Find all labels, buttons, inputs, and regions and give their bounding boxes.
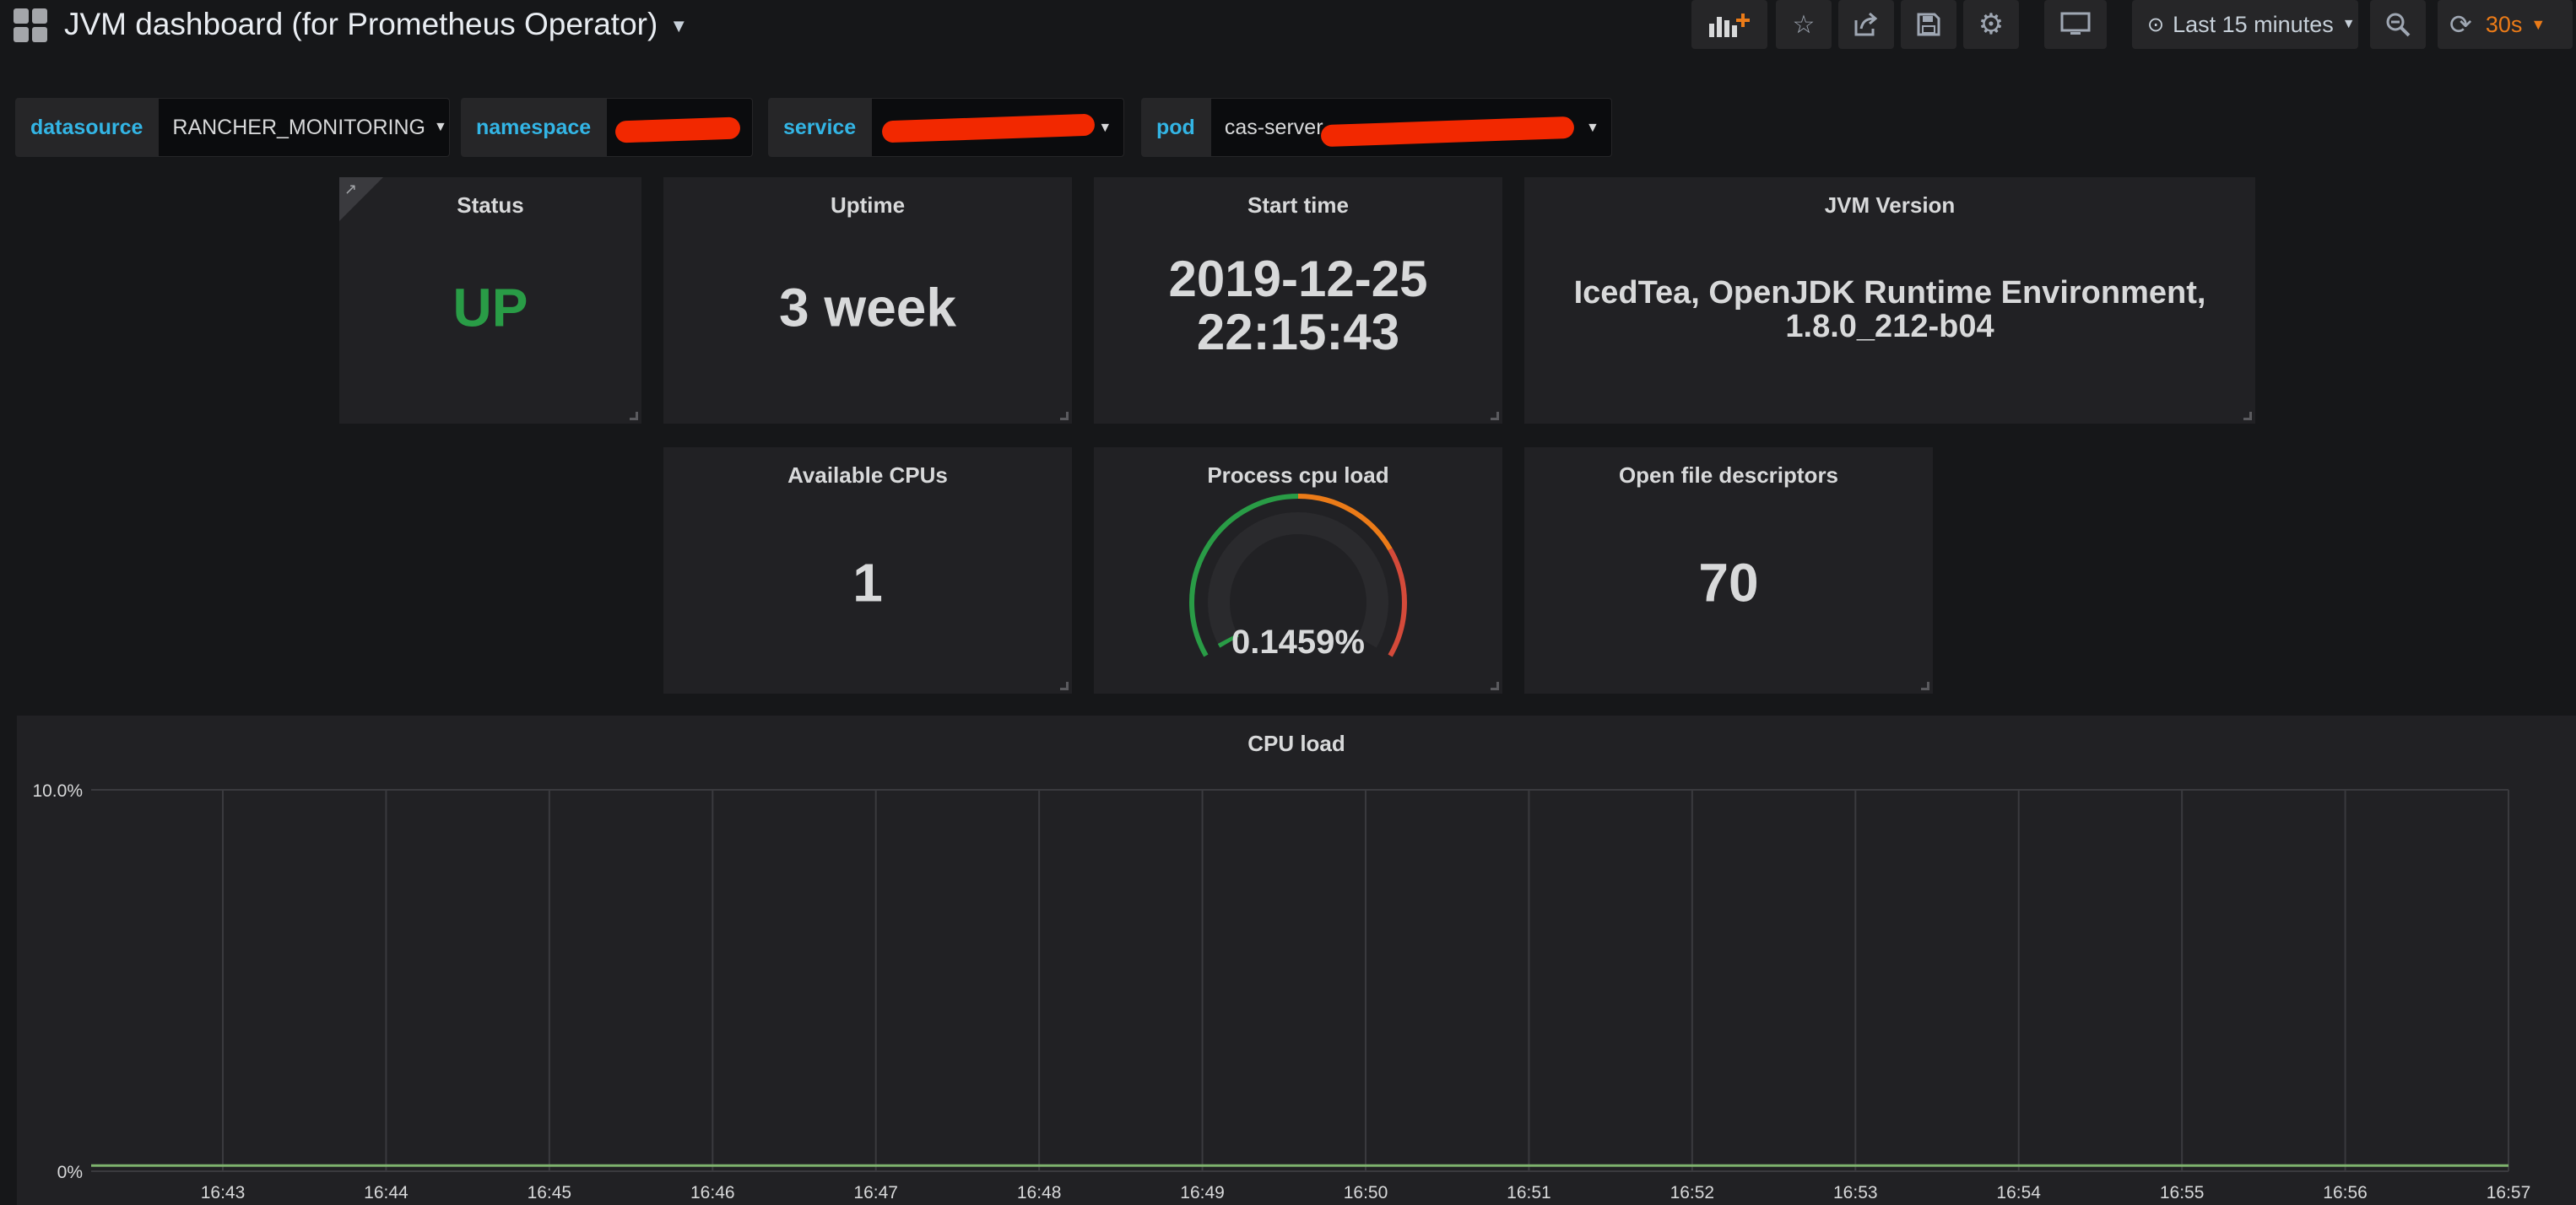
panel-jvm-version[interactable]: JVM Version IcedTea, OpenJDK Runtime Env… <box>1524 177 2255 424</box>
pod-select[interactable]: cas-server ▼ <box>1210 98 1612 157</box>
redaction-mark <box>614 116 741 143</box>
share-button[interactable] <box>1838 0 1894 49</box>
panel-title: Start time <box>1247 192 1349 218</box>
chevron-down-icon: ▼ <box>1585 121 1599 135</box>
jvm-version-line-2: 1.8.0_212-b04 <box>1785 308 1994 344</box>
variable-label: service <box>768 98 872 157</box>
open-file-descriptors-value: 70 <box>1698 552 1759 613</box>
chevron-down-icon: ▼ <box>433 120 447 134</box>
panel-title: Uptime <box>830 192 906 218</box>
y-tick-label: 0% <box>57 1163 83 1182</box>
refresh-picker[interactable]: ⟳ 30s ▼ <box>2438 0 2573 49</box>
x-tick-label: 16:43 <box>201 1183 246 1202</box>
uptime-value: 3 week <box>779 277 956 338</box>
x-tick-label: 16:51 <box>1507 1183 1551 1202</box>
x-tick-label: 16:46 <box>690 1183 735 1202</box>
x-tick-label: 16:45 <box>528 1183 572 1202</box>
start-time-date: 2019-12-25 <box>1168 250 1428 307</box>
chevron-down-icon: ▼ <box>669 15 689 37</box>
save-button[interactable] <box>1901 0 1956 49</box>
start-time-clock: 22:15:43 <box>1196 303 1400 360</box>
panel-resize-handle[interactable] <box>1921 682 1929 690</box>
datasource-select[interactable]: RANCHER_MONITORING ▼ <box>158 98 451 157</box>
x-tick-label: 16:57 <box>2487 1183 2531 1202</box>
redaction-mark <box>881 113 1096 143</box>
panel-process-cpu-load[interactable]: Process cpu load 0.1459% <box>1094 447 1502 694</box>
variable-label: namespace <box>461 98 607 157</box>
apps-icon[interactable] <box>14 8 49 44</box>
zoom-out-button[interactable] <box>2370 0 2426 49</box>
panel-available-cpus[interactable]: Available CPUs 1 <box>663 447 1072 694</box>
tv-mode-button[interactable] <box>2044 0 2107 49</box>
time-range-label: Last 15 minutes <box>2173 11 2334 37</box>
x-tick-label: 16:52 <box>1670 1183 1715 1202</box>
x-tick-label: 16:47 <box>853 1183 898 1202</box>
panel-title: Status <box>457 192 524 218</box>
chevron-down-icon: ▼ <box>2341 17 2356 31</box>
variable-pod: pod cas-server ▼ <box>1141 98 1612 157</box>
x-tick-label: 16:54 <box>1996 1183 2041 1202</box>
x-tick-label: 16:53 <box>1833 1183 1878 1202</box>
panel-start-time[interactable]: Start time 2019-12-25 22:15:43 <box>1094 177 1502 424</box>
refresh-icon[interactable]: ⟳ <box>2449 8 2472 41</box>
variable-service: service ▼ <box>768 98 1125 157</box>
time-range-picker[interactable]: ⊙ Last 15 minutes ▼ <box>2132 0 2358 49</box>
add-panel-icon <box>1709 14 1750 37</box>
settings-button[interactable]: ⚙ <box>1963 0 2019 49</box>
save-icon <box>1917 13 1940 36</box>
panel-uptime[interactable]: Uptime 3 week <box>663 177 1072 424</box>
settings-icon: ⚙ <box>1978 8 2005 41</box>
add-panel-button[interactable] <box>1691 0 1767 49</box>
x-tick-label: 16:56 <box>2323 1183 2368 1202</box>
namespace-select[interactable] <box>606 98 754 157</box>
dashboard-title-picker[interactable]: JVM dashboard (for Prometheus Operator) ▼ <box>64 7 688 42</box>
panel-title: JVM Version <box>1824 192 1956 218</box>
x-tick-label: 16:50 <box>1344 1183 1388 1202</box>
dashboard-title: JVM dashboard (for Prometheus Operator) <box>64 7 658 41</box>
clock-icon: ⊙ <box>2147 13 2165 36</box>
x-tick-label: 16:55 <box>2160 1183 2205 1202</box>
panel-resize-handle[interactable] <box>1491 682 1499 690</box>
x-tick-label: 16:48 <box>1017 1183 1062 1202</box>
panel-resize-handle[interactable] <box>1060 682 1069 690</box>
cpu-load-chart: 10.0% 0% 16:43 16:44 16:45 16:46 16:47 16:48 16:… <box>32 781 2531 1202</box>
process-cpu-load-value: 0.1459% <box>1231 623 1365 661</box>
panel-cpu-load-graph[interactable]: CPU load 10.0% 0% 16:43 16:44 16:45 16:46 16:4… <box>17 716 2576 1205</box>
jvm-version-value: IcedTea, OpenJDK Runtime Environment, 1.… <box>1524 274 2255 344</box>
top-navbar: JVM dashboard (for Prometheus Operator) ▼… <box>0 0 2576 52</box>
panel-resize-handle[interactable] <box>630 412 638 420</box>
jvm-version-line-1: IcedTea, OpenJDK Runtime Environment, <box>1573 274 2206 311</box>
variable-value: RANCHER_MONITORING <box>172 115 425 139</box>
panel-resize-handle[interactable] <box>2243 412 2252 420</box>
variable-namespace: namespace <box>461 98 754 157</box>
start-time-value: 2019-12-25 22:15:43 <box>1094 252 1502 359</box>
panel-title: Available CPUs <box>787 462 948 488</box>
panel-resize-handle[interactable] <box>1060 412 1069 420</box>
share-icon <box>1854 12 1878 36</box>
panel-status[interactable]: ↗ Status UP <box>339 177 641 424</box>
star-icon: ☆ <box>1792 10 1816 39</box>
panel-open-file-descriptors[interactable]: Open file descriptors 70 <box>1524 447 1933 694</box>
tv-mode-icon <box>2060 12 2091 35</box>
panel-title: Open file descriptors <box>1618 462 1839 488</box>
variable-value: cas-server <box>1224 115 1323 139</box>
panel-resize-handle[interactable] <box>1491 412 1499 420</box>
x-tick-label: 16:49 <box>1180 1183 1225 1202</box>
available-cpus-value: 1 <box>852 552 883 613</box>
refresh-interval: 30s <box>2485 11 2523 37</box>
status-value: UP <box>452 277 528 338</box>
redaction-mark <box>1320 116 1575 148</box>
zoom-out-icon <box>2386 13 2411 37</box>
chevron-down-icon: ▼ <box>2530 15 2546 33</box>
variable-datasource: datasource RANCHER_MONITORING ▼ <box>15 98 451 157</box>
x-tick-label: 16:44 <box>364 1183 409 1202</box>
variable-label: pod <box>1141 98 1210 157</box>
y-tick-label: 10.0% <box>32 781 83 801</box>
star-button[interactable]: ☆ <box>1776 0 1832 49</box>
chevron-down-icon: ▼ <box>1098 121 1112 135</box>
service-select[interactable]: ▼ <box>871 98 1125 157</box>
variable-label: datasource <box>15 98 159 157</box>
